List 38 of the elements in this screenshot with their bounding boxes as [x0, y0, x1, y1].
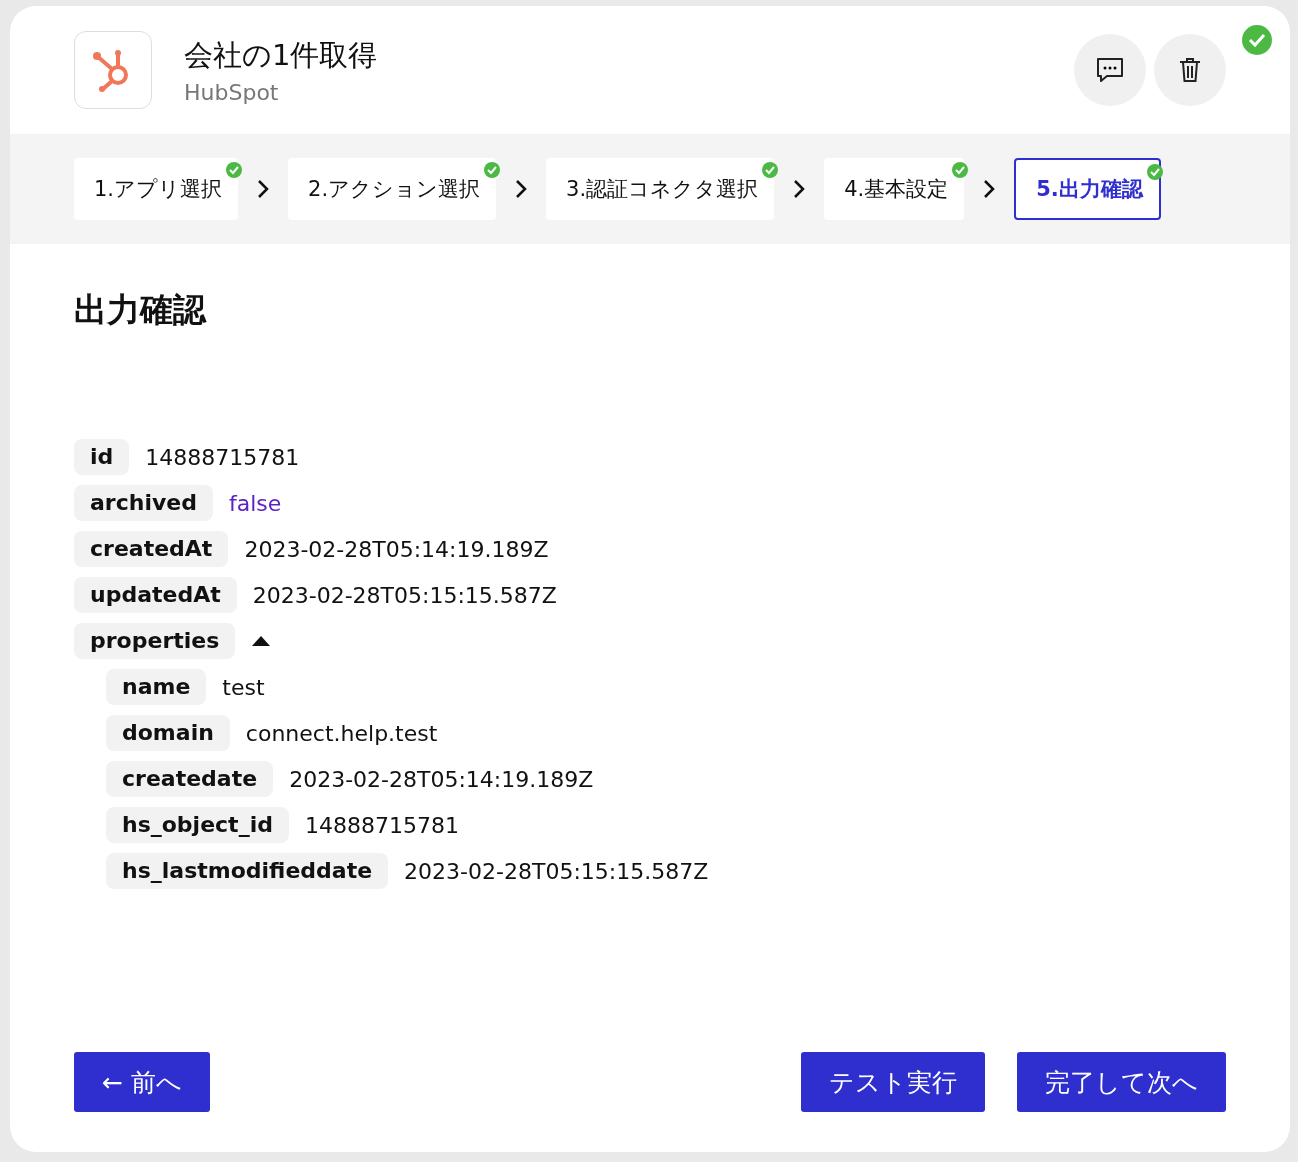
collapse-toggle[interactable] — [251, 634, 272, 648]
step-tab[interactable]: 4.基本設定 — [824, 158, 965, 220]
field-key: createdAt — [74, 531, 229, 567]
chevron-icon — [256, 179, 271, 199]
field-key: properties — [74, 623, 236, 659]
app-name: HubSpot — [184, 79, 280, 105]
field-value: false — [228, 490, 282, 516]
finish-next-button[interactable]: 完了して次へ — [1017, 1052, 1226, 1112]
field-value: 2023-02-28T05:15:15.587Z — [252, 582, 557, 608]
step-tab[interactable]: 2.アクション選択 — [288, 158, 497, 220]
field-key: id — [74, 439, 130, 475]
field-key: hs_lastmodifieddate — [106, 853, 389, 889]
field-value: 2023-02-28T05:15:15.587Z — [404, 858, 709, 884]
field-key: updatedAt — [74, 577, 237, 613]
section-title: 出力確認 — [74, 289, 208, 331]
step-tab[interactable]: 1.アプリ選択 — [74, 158, 239, 220]
field-value: 2023-02-28T05:14:19.189Z — [289, 766, 594, 792]
field-key: domain — [106, 715, 230, 751]
field-value: 14888715781 — [304, 812, 459, 838]
task-title: 会社の1件取得 — [184, 36, 378, 74]
chevron-icon — [514, 179, 529, 199]
field-key: archived — [74, 485, 213, 521]
step-tab[interactable]: 3.認証コネクタ選択 — [546, 158, 775, 220]
chevron-icon — [792, 179, 807, 199]
comment-icon — [1095, 56, 1125, 84]
field-value: connect.help.test — [245, 720, 438, 746]
field-value: 14888715781 — [145, 444, 300, 470]
trash-icon — [1178, 56, 1202, 84]
step-tab[interactable]: 5.出力確認 — [1014, 158, 1161, 220]
field-value: test — [222, 674, 265, 700]
field-key: createdate — [106, 761, 274, 797]
app-logo-icon — [74, 31, 152, 109]
test-run-button[interactable]: テスト実行 — [801, 1052, 985, 1112]
field-key: name — [106, 669, 207, 705]
back-button[interactable]: ← 前へ — [74, 1052, 210, 1112]
field-key: hs_object_id — [106, 807, 289, 843]
chevron-icon — [982, 179, 997, 199]
field-value: 2023-02-28T05:14:19.189Z — [244, 536, 549, 562]
